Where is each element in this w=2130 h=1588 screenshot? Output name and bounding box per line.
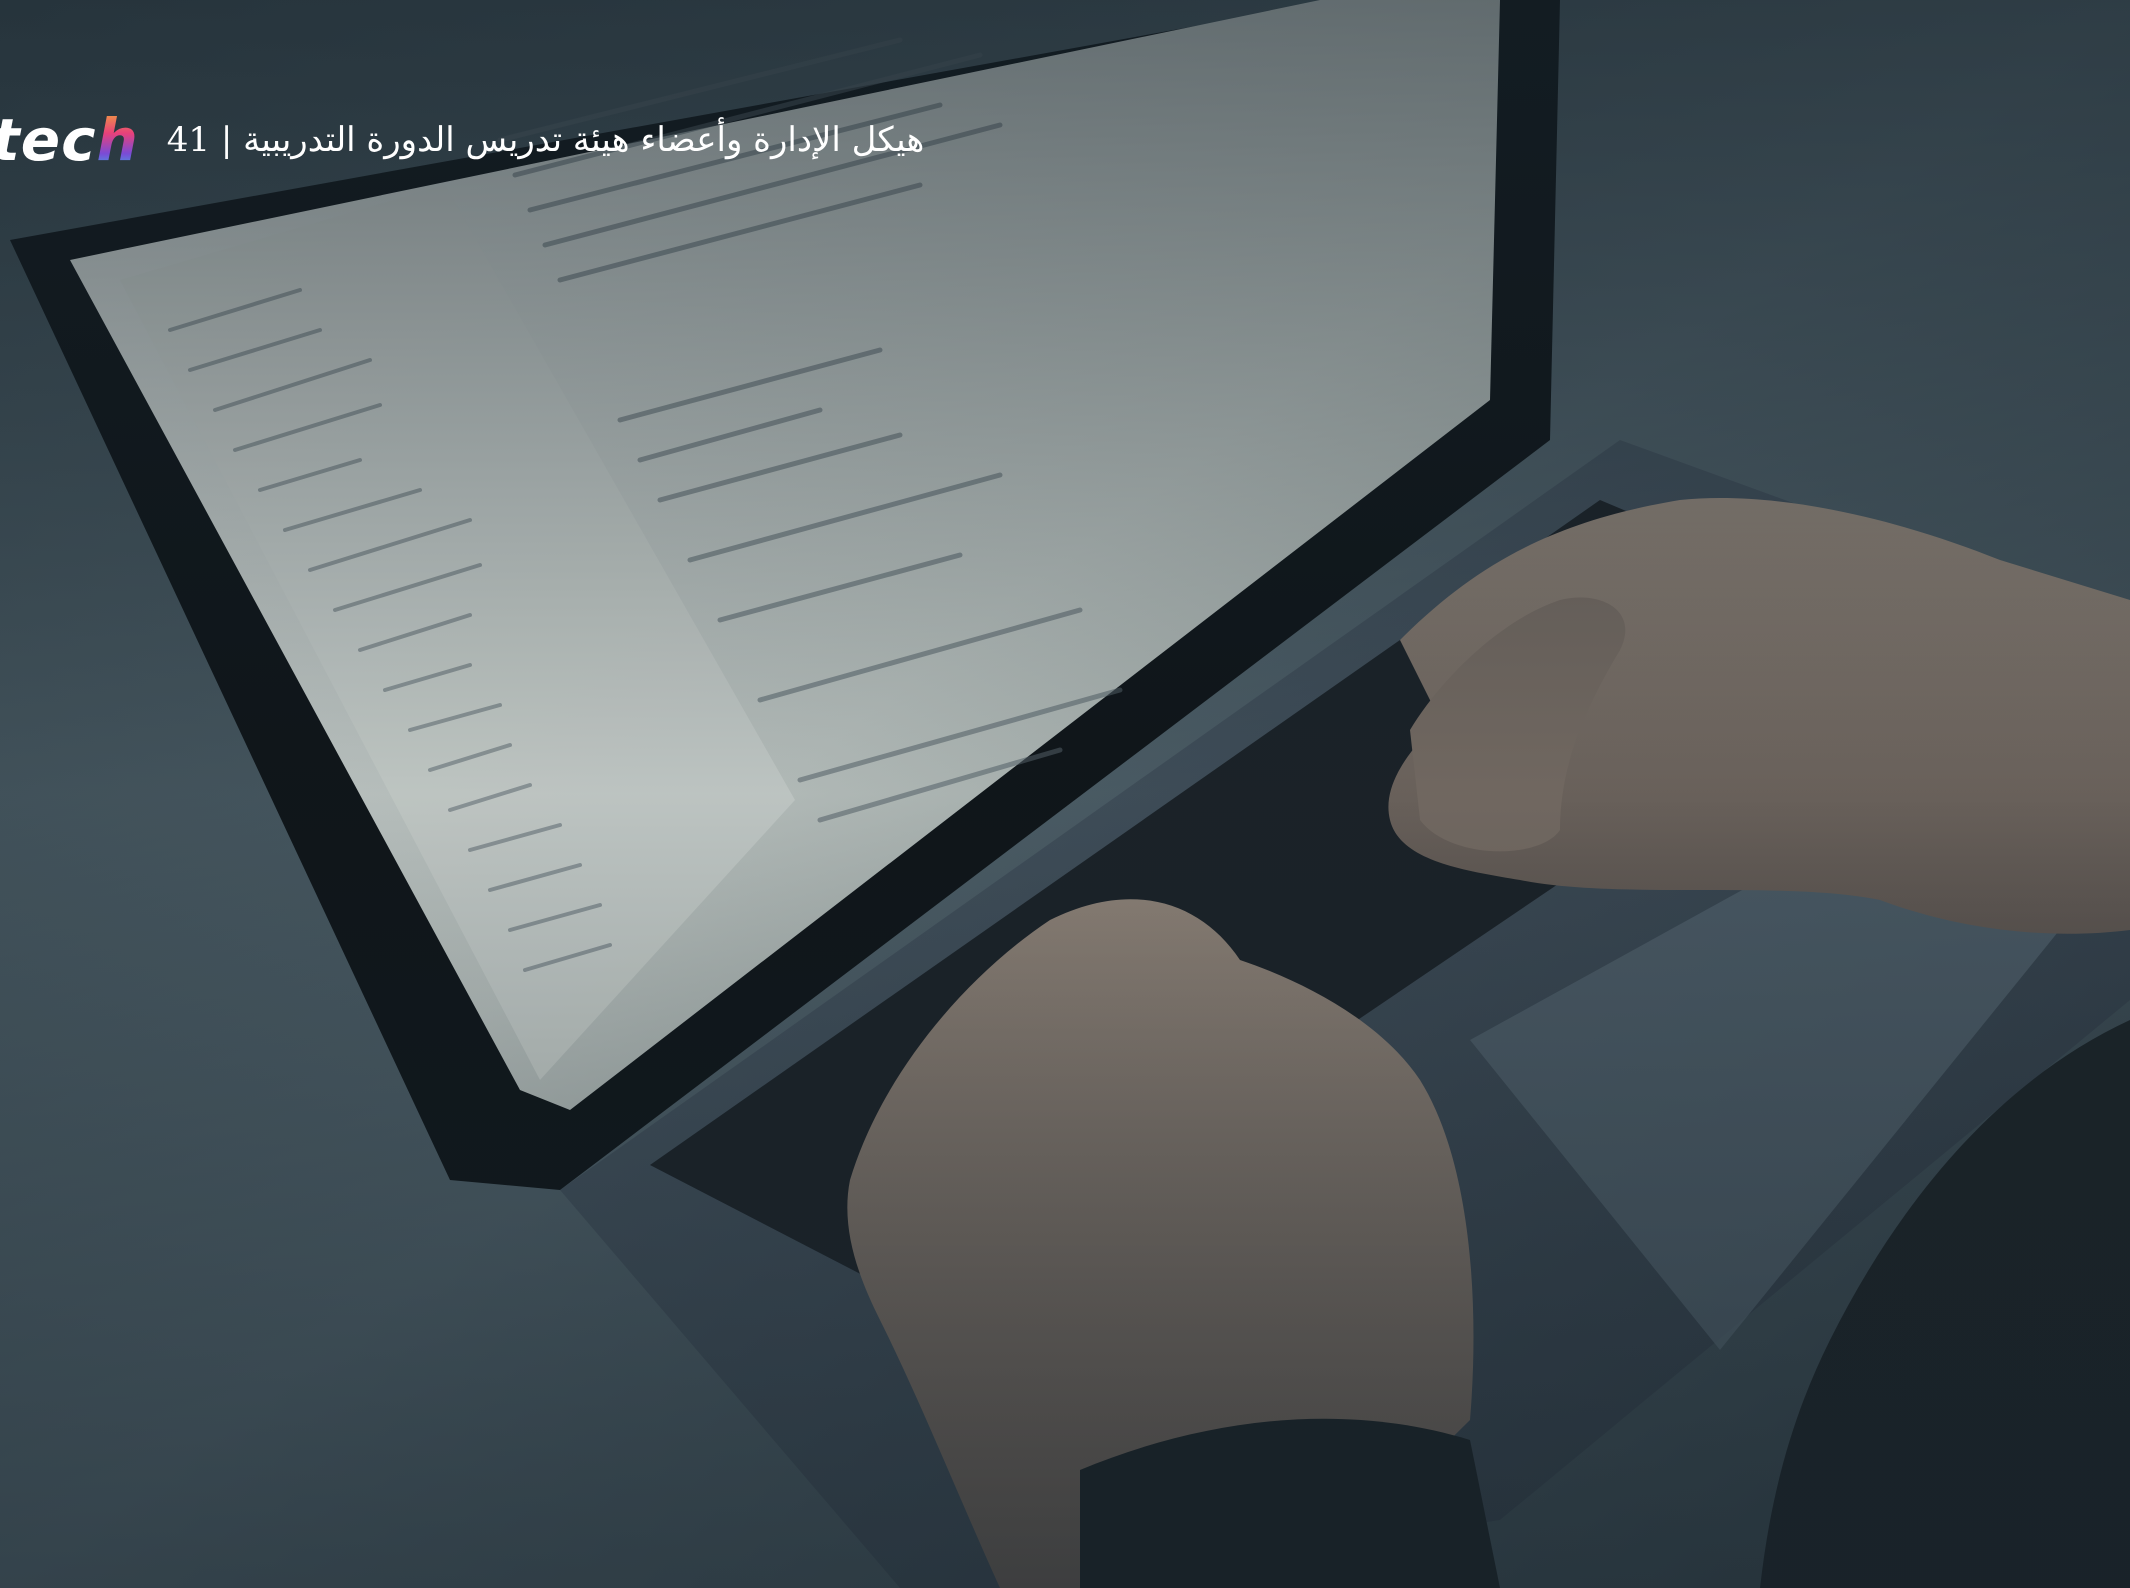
page-header: tech هيكل الإدارة وأعضاء هيئة تدريس الدو… — [0, 100, 924, 180]
page-title: هيكل الإدارة وأعضاء هيئة تدريس الدورة ال… — [166, 120, 925, 160]
photo-shading — [0, 0, 2130, 1588]
laptop-coding-photo — [0, 0, 2130, 1588]
tech-logo: tech — [0, 106, 139, 174]
